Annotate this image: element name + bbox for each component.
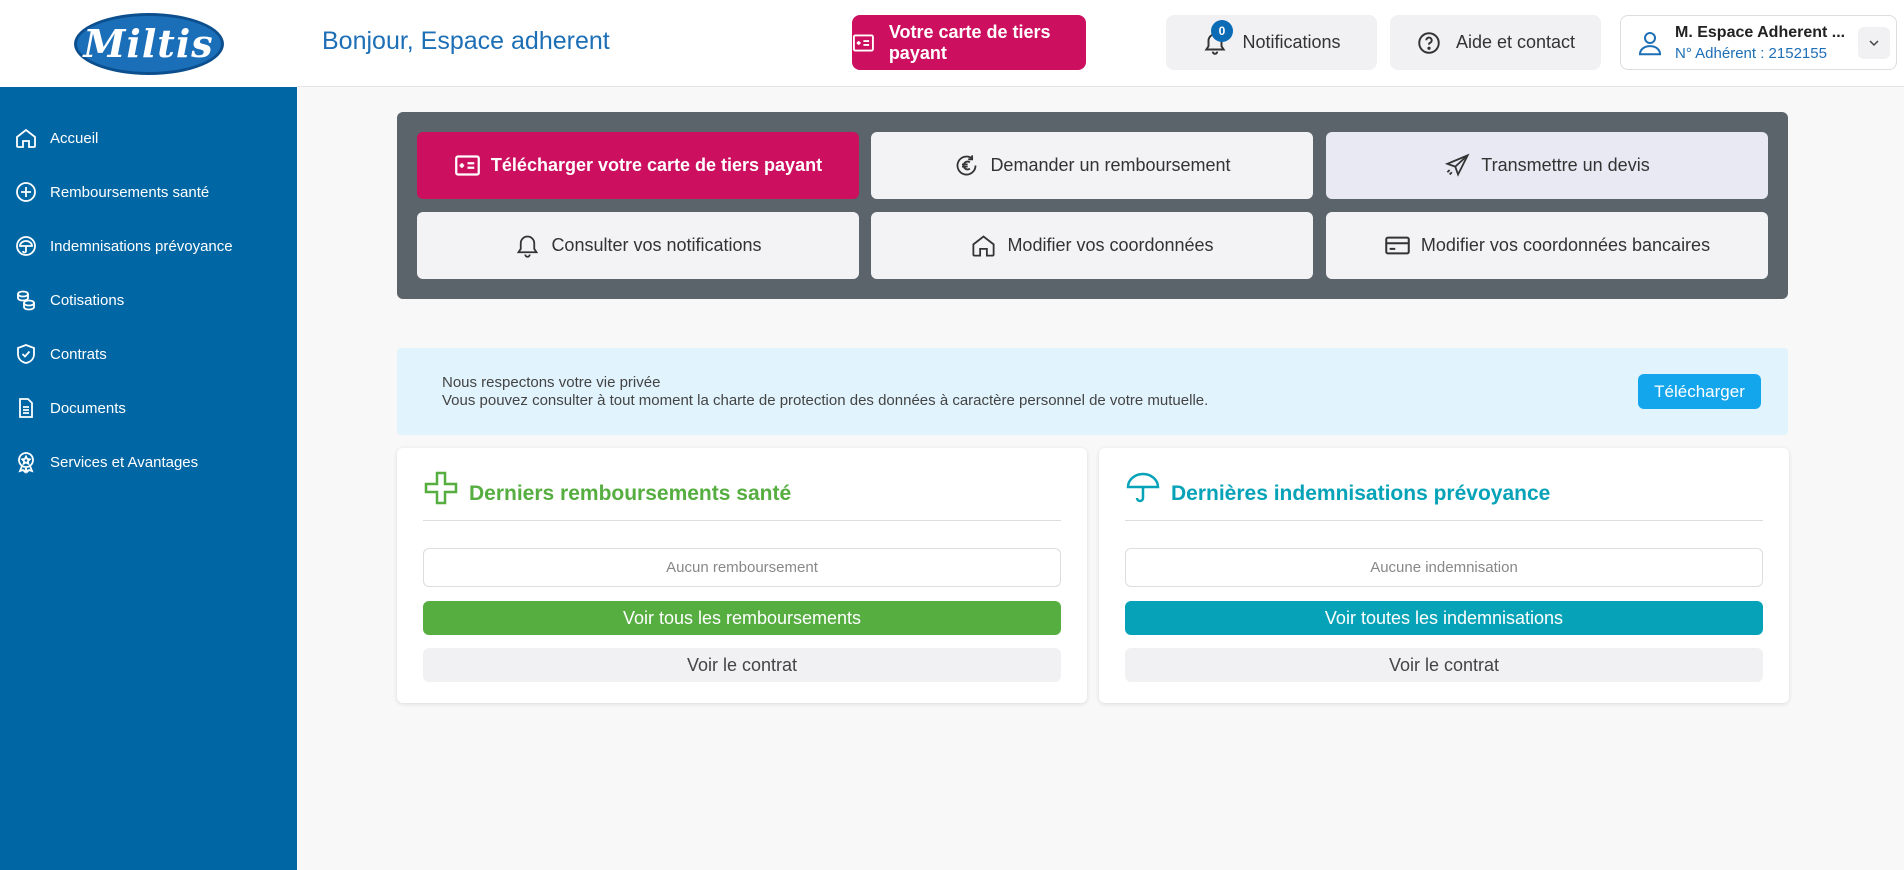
- umbrella-icon: [16, 236, 36, 256]
- home-icon: [16, 128, 36, 148]
- quick-action-label: Modifier vos coordonnées bancaires: [1420, 235, 1711, 255]
- send-quote-button[interactable]: Transmettre un devis: [1326, 132, 1768, 199]
- user-menu-toggle[interactable]: [1858, 27, 1890, 59]
- sidebar-item-remboursements[interactable]: Remboursements santé: [0, 165, 297, 219]
- logo-area[interactable]: Miltis: [0, 0, 297, 87]
- health-plus-icon: [16, 182, 36, 202]
- privacy-text: Vous pouvez consulter à tout moment la c…: [442, 392, 1209, 409]
- sidebar-item-documents[interactable]: Documents: [0, 381, 297, 435]
- view-notifications-button[interactable]: Consulter vos notifications: [417, 212, 859, 279]
- bell-icon: [517, 235, 539, 258]
- umbrella-icon: [1126, 472, 1160, 503]
- credit-card-icon: [1385, 236, 1410, 255]
- sidebar-item-label: Indemnisations prévoyance: [50, 237, 233, 255]
- user-menu[interactable]: M. Espace Adherent ... N° Adhérent : 215…: [1620, 15, 1897, 70]
- quick-action-label: Transmettre un devis: [1481, 155, 1650, 175]
- sidebar-item-label: Contrats: [50, 345, 107, 363]
- green-plus-icon: [424, 471, 458, 505]
- top-header: Bonjour, Espace adherent Votre carte de …: [297, 0, 1904, 87]
- edit-bank-details-button[interactable]: Modifier vos coordonnées bancaires: [1326, 212, 1768, 279]
- user-name: M. Espace Adherent ...: [1675, 24, 1846, 41]
- chevron-down-icon: [1869, 40, 1879, 47]
- shield-check-icon: [17, 344, 35, 364]
- miltis-logo[interactable]: Miltis: [73, 12, 224, 75]
- help-circle-icon: [1418, 31, 1440, 54]
- sidebar: Accueil Remboursements santé Indemnisati…: [0, 87, 297, 870]
- paper-plane-icon: [1445, 153, 1470, 177]
- tiers-payant-card-label: Votre carte de tiers payant: [888, 21, 1051, 63]
- health-reimbursements-card: Derniers remboursements santé Aucun remb…: [397, 448, 1087, 703]
- notifications-button[interactable]: 0 Notifications: [1166, 15, 1377, 70]
- see-all-reimbursements-button[interactable]: Voir tous les remboursements: [423, 601, 1061, 635]
- quick-action-label: Modifier vos coordonnées: [1007, 235, 1214, 255]
- see-all-indemnities-button[interactable]: Voir toutes les indemnisations: [1125, 601, 1763, 635]
- quick-action-label: Demander un remboursement: [990, 155, 1231, 175]
- sidebar-item-label: Documents: [50, 399, 126, 417]
- notifications-count-badge: 0: [1211, 20, 1233, 42]
- sidebar-item-indemnisations[interactable]: Indemnisations prévoyance: [0, 219, 297, 273]
- sidebar-item-cotisations[interactable]: Cotisations: [0, 273, 297, 327]
- sidebar-item-label: Cotisations: [50, 291, 125, 309]
- sidebar-item-services[interactable]: Services et Avantages: [0, 435, 297, 489]
- divider: [423, 520, 1061, 521]
- sidebar-item-label: Accueil: [50, 129, 99, 147]
- edit-contact-details-button[interactable]: Modifier vos coordonnées: [871, 212, 1313, 279]
- privacy-notice: Nous respectons votre vie privée Vous po…: [397, 348, 1788, 435]
- see-contract-button[interactable]: Voir le contrat: [1125, 648, 1763, 682]
- coins-icon: [17, 290, 35, 311]
- quick-actions-panel: Télécharger votre carte de tiers payant …: [397, 112, 1788, 299]
- provident-card-title: Dernières indemnisations prévoyance: [1171, 482, 1551, 505]
- tiers-payant-card-button[interactable]: Votre carte de tiers payant: [852, 15, 1086, 70]
- see-contract-button[interactable]: Voir le contrat: [423, 648, 1061, 682]
- user-icon: [1638, 32, 1662, 56]
- home-icon: [972, 235, 995, 257]
- page-greeting: Bonjour, Espace adherent: [322, 27, 610, 55]
- id-card-icon: [455, 155, 480, 176]
- award-icon: [18, 452, 34, 474]
- quick-action-label: Télécharger votre carte de tiers payant: [490, 155, 823, 175]
- document-icon: [19, 398, 33, 418]
- divider: [1125, 520, 1763, 521]
- sidebar-item-contrats[interactable]: Contrats: [0, 327, 297, 381]
- download-tiers-payant-button[interactable]: Télécharger votre carte de tiers payant: [417, 132, 859, 199]
- sidebar-item-label: Services et Avantages: [50, 453, 199, 471]
- download-charter-button[interactable]: Télécharger: [1638, 374, 1761, 409]
- help-contact-label: Aide et contact: [1455, 32, 1576, 52]
- help-contact-button[interactable]: Aide et contact: [1390, 15, 1601, 70]
- quick-action-label: Consulter vos notifications: [551, 235, 762, 255]
- sidebar-item-label: Remboursements santé: [50, 183, 210, 201]
- provident-indemnities-card: Dernières indemnisations prévoyance Aucu…: [1099, 448, 1789, 703]
- no-reimbursement-message: Aucun remboursement: [423, 548, 1061, 587]
- sidebar-item-accueil[interactable]: Accueil: [0, 111, 297, 165]
- notifications-label: Notifications: [1242, 32, 1341, 52]
- user-member-number: N° Adhérent : 2152155: [1675, 45, 1827, 62]
- no-indemnity-message: Aucune indemnisation: [1125, 548, 1763, 587]
- privacy-heading: Nous respectons votre vie privée: [442, 374, 661, 391]
- health-card-title: Derniers remboursements santé: [469, 482, 792, 505]
- euro-refresh-icon: [957, 155, 977, 176]
- request-reimbursement-button[interactable]: Demander un remboursement: [871, 132, 1313, 199]
- id-card-icon: [852, 33, 874, 52]
